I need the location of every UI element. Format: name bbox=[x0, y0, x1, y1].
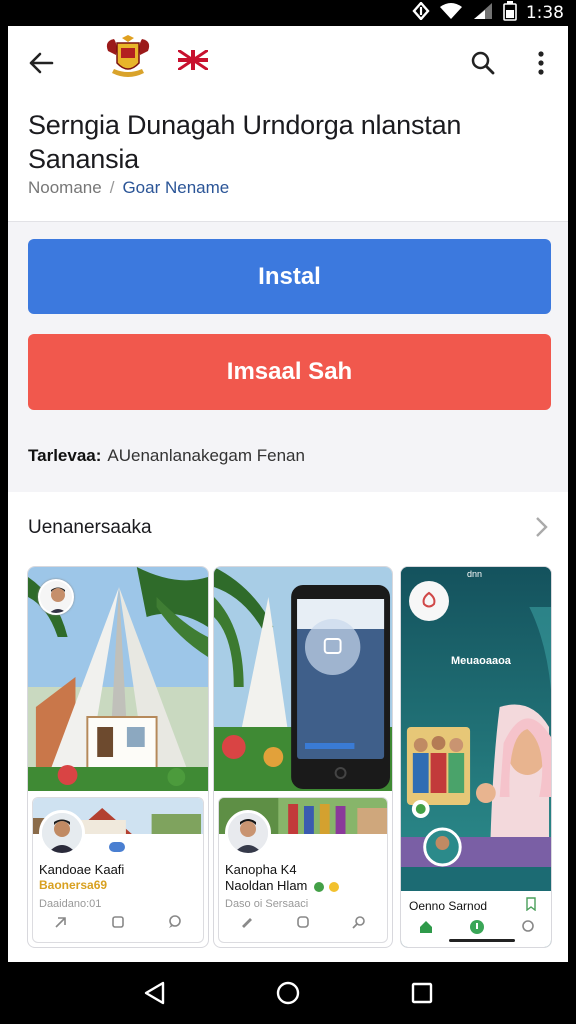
edit-icon[interactable] bbox=[240, 915, 254, 929]
badge-icon bbox=[328, 881, 339, 892]
app-title: Serngia Dunagah Urndorga nlanstan Sanans… bbox=[28, 110, 462, 174]
status-bar: 1:38 bbox=[0, 0, 576, 26]
card-1-badge bbox=[109, 842, 125, 852]
card-2-meta: Daso oi Sersaaci bbox=[225, 898, 309, 910]
secondary-install-button[interactable]: Imsaal Sah bbox=[28, 334, 551, 410]
signal-icon bbox=[472, 2, 494, 25]
section-more-button[interactable] bbox=[530, 514, 552, 540]
breadcrumb-separator: / bbox=[109, 178, 115, 197]
card-1-details: Kandoae Kaafi Baonersa69 Daaidano:01 bbox=[32, 797, 204, 943]
meta-row: Tarlevaa: AUenanlanakegam Fenan bbox=[28, 446, 305, 466]
app-header: Serngia Dunagah Urndorga nlanstan Sanans… bbox=[8, 26, 568, 222]
card-1-subtitle: Baonersa69 bbox=[39, 878, 108, 892]
app-screen: Serngia Dunagah Urndorga nlanstan Sanans… bbox=[8, 26, 568, 962]
nfc-icon bbox=[412, 0, 430, 25]
comment-icon[interactable] bbox=[168, 915, 182, 929]
search-button[interactable] bbox=[466, 46, 500, 80]
screenshot-card-2[interactable]: Kanopha K4 Naoldan Hlam Daso oi Sersaaci bbox=[213, 566, 393, 948]
nav-back-icon bbox=[144, 981, 165, 1005]
bookmark-icon[interactable] bbox=[525, 897, 537, 916]
back-button[interactable] bbox=[24, 46, 58, 80]
search-icon[interactable] bbox=[352, 915, 366, 929]
meta-label: Tarlevaa: bbox=[28, 446, 102, 465]
nav-home-button[interactable] bbox=[275, 980, 301, 1006]
search-icon bbox=[471, 51, 495, 75]
card-3-actions bbox=[401, 919, 551, 940]
battery-icon bbox=[503, 0, 517, 26]
card-1-meta: Daaidano:01 bbox=[39, 898, 102, 910]
back-arrow-icon bbox=[29, 52, 54, 74]
coat-of-arms-logo bbox=[106, 35, 150, 77]
system-nav-bar bbox=[0, 962, 576, 1024]
bookmark-icon[interactable] bbox=[111, 915, 125, 929]
card-1-avatar bbox=[39, 810, 85, 856]
uk-flag-icon bbox=[178, 50, 208, 70]
card-3-status: dnn bbox=[467, 569, 483, 579]
card-3-indicator bbox=[449, 939, 515, 942]
card-1-name: Kandoae Kaafi bbox=[39, 862, 125, 877]
card-2-subtitle: Naoldan Hlam bbox=[225, 878, 339, 894]
card-2-avatar bbox=[225, 810, 271, 856]
status-icons: 1:38 bbox=[412, 0, 564, 26]
chevron-right-icon bbox=[536, 517, 548, 537]
bookmark-icon[interactable] bbox=[296, 915, 310, 929]
breadcrumb-current[interactable]: Goar Nename bbox=[122, 178, 229, 198]
wifi-icon bbox=[439, 2, 463, 25]
card-1-actions bbox=[33, 912, 203, 932]
card-3-name: Oenno Sarnod bbox=[409, 899, 488, 913]
card-3-overlay-text: Meuaoaaoa bbox=[451, 655, 511, 667]
more-options-button[interactable] bbox=[526, 46, 556, 80]
card-2-name: Kanopha K4 bbox=[225, 862, 297, 877]
screenshot-card-1[interactable]: Kandoae Kaafi Baonersa69 Daaidano:01 bbox=[27, 566, 209, 948]
nav-recents-icon bbox=[411, 982, 433, 1004]
chat-icon[interactable] bbox=[521, 920, 535, 939]
phone-mockup-photo bbox=[214, 567, 392, 791]
card-3-bottom: Oenno Sarnod bbox=[401, 891, 551, 947]
meta-value: AUenanlanakegam Fenan bbox=[107, 446, 305, 465]
screenshot-card-3[interactable]: dnn Meuaoaaoa Oenno Sarnod bbox=[400, 566, 552, 948]
pin-icon[interactable] bbox=[469, 919, 485, 940]
nav-back-button[interactable] bbox=[141, 980, 167, 1006]
section-title: Uenanersaaka bbox=[28, 517, 152, 538]
install-button[interactable]: Instal bbox=[28, 239, 551, 314]
card-2-details: Kanopha K4 Naoldan Hlam Daso oi Sersaaci bbox=[218, 797, 388, 943]
verified-icon bbox=[314, 881, 324, 892]
nav-recents-button[interactable] bbox=[409, 980, 435, 1006]
status-time: 1:38 bbox=[525, 3, 564, 23]
logo-badge bbox=[409, 581, 449, 621]
breadcrumb: Noomane / Goar Nename bbox=[28, 178, 229, 198]
nav-home-icon bbox=[276, 981, 300, 1005]
card-2-actions bbox=[219, 912, 387, 932]
more-vert-icon bbox=[538, 51, 544, 75]
profile-avatar bbox=[38, 579, 74, 615]
home-icon[interactable] bbox=[419, 920, 433, 939]
breadcrumb-parent[interactable]: Noomane bbox=[28, 178, 102, 198]
share-icon[interactable] bbox=[54, 915, 68, 929]
